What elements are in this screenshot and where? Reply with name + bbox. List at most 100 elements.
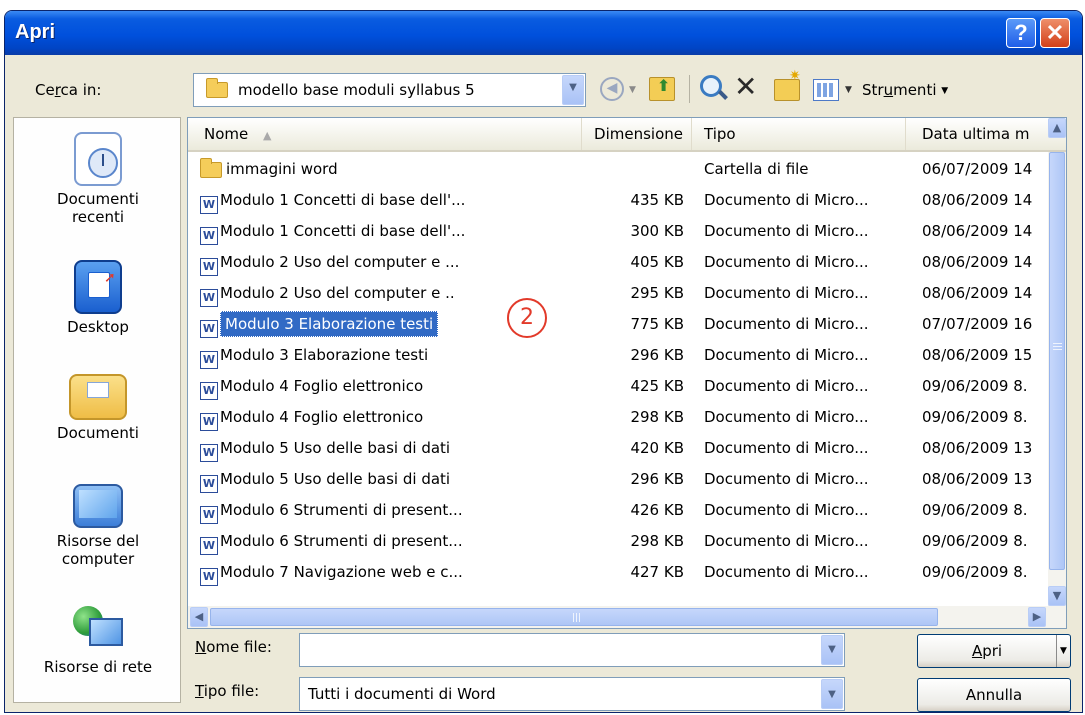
folder-row[interactable]: immagini word Cartella di file 06/07/2009 … bbox=[188, 154, 1048, 185]
file-name-cell[interactable]: W Modulo 3 Elaborazione testi bbox=[200, 340, 584, 371]
file-name-cell[interactable]: W Modulo 1 Concetti di base dell'... bbox=[200, 216, 584, 247]
file-type-cell: Documento di Micro... bbox=[704, 470, 869, 488]
file-name-text: Modulo 4 Foglio elettronico bbox=[220, 408, 424, 426]
close-button[interactable]: ✕ bbox=[1040, 18, 1070, 48]
file-size-cell: 300 KB bbox=[630, 222, 684, 240]
file-name-text: Modulo 3 Elaborazione testi bbox=[220, 346, 429, 364]
file-row[interactable]: W Modulo 3 Elaborazione testi 296 KB Docume… bbox=[188, 340, 1048, 371]
file-row[interactable]: W Modulo 1 Concetti di base dell'... 435 K… bbox=[188, 185, 1048, 216]
file-row[interactable]: W Modulo 3 Elaborazione testi 775 KB Docume… bbox=[188, 309, 1048, 340]
file-list-header: Nome ▲ Dimensione Tipo Data ultima m bbox=[188, 118, 1066, 152]
column-size[interactable]: Dimensione bbox=[582, 118, 692, 150]
back-icon[interactable]: ◀ bbox=[600, 77, 624, 101]
file-name-cell[interactable]: W Modulo 4 Foglio elettronico bbox=[200, 402, 584, 433]
place-my-computer[interactable]: Risorse del computer bbox=[14, 478, 182, 568]
folder-icon bbox=[200, 157, 222, 178]
horizontal-scroll-thumb[interactable] bbox=[210, 608, 938, 626]
tools-label-part: menti bbox=[893, 81, 937, 99]
place-label: Desktop bbox=[67, 318, 129, 336]
file-name-text: Modulo 3 Elaborazione testi bbox=[220, 311, 439, 337]
file-name-input[interactable]: ▼ bbox=[299, 633, 845, 667]
vertical-scroll-thumb[interactable] bbox=[1049, 152, 1065, 570]
file-row[interactable]: W Modulo 7 Navigazione web e c... 427 KB Do… bbox=[188, 557, 1048, 588]
file-row[interactable]: W Modulo 2 Uso del computer e ... 405 KB Do… bbox=[188, 247, 1048, 278]
file-type-cell: Documento di Micro... bbox=[704, 346, 869, 364]
file-name-text: Modulo 5 Uso delle basi di dati bbox=[220, 470, 451, 488]
file-list[interactable]: Nome ▲ Dimensione Tipo Data ultima m imm… bbox=[187, 117, 1067, 629]
views-dropdown-icon[interactable]: ▼ bbox=[845, 85, 852, 95]
back-dropdown-icon[interactable]: ▼ bbox=[629, 85, 636, 95]
word-document-icon: W bbox=[200, 196, 218, 214]
views-icon[interactable] bbox=[813, 79, 839, 101]
file-name-cell[interactable]: W Modulo 1 Concetti di base dell'... bbox=[200, 185, 584, 216]
file-name-cell[interactable]: W Modulo 4 Foglio elettronico bbox=[200, 371, 584, 402]
file-name-cell[interactable]: W Modulo 5 Uso delle basi di dati bbox=[200, 464, 584, 495]
column-name[interactable]: Nome ▲ bbox=[188, 118, 582, 150]
file-type-cell: Documento di Micro... bbox=[704, 408, 869, 426]
place-network[interactable]: Risorse di rete bbox=[14, 604, 182, 676]
help-button[interactable]: ? bbox=[1006, 18, 1036, 48]
file-row[interactable]: W Modulo 1 Concetti di base dell'... 300 K… bbox=[188, 216, 1048, 247]
file-name-cell[interactable]: W Modulo 2 Uso del computer e ... bbox=[200, 247, 584, 278]
file-row[interactable]: W Modulo 5 Uso delle basi di dati 296 KB Do… bbox=[188, 464, 1048, 495]
place-recent-documents[interactable]: Documenti recenti bbox=[14, 132, 182, 226]
up-folder-icon[interactable]: ⬆ bbox=[649, 76, 675, 101]
new-folder-icon[interactable]: ✷ bbox=[774, 68, 801, 101]
column-date[interactable]: Data ultima m bbox=[906, 118, 1066, 150]
file-row[interactable]: W Modulo 6 Strumenti di present... 426 KB D… bbox=[188, 495, 1048, 526]
tools-label-hotkey: u bbox=[883, 81, 894, 99]
place-label: recenti bbox=[71, 208, 125, 226]
word-document-icon: W bbox=[200, 475, 218, 493]
file-type-dropdown[interactable]: Tutti i documenti di Word ▼ bbox=[299, 677, 845, 711]
file-name-cell[interactable]: W Modulo 5 Uso delle basi di dati bbox=[200, 433, 584, 464]
file-type-cell: Documento di Micro... bbox=[704, 284, 869, 302]
file-name-cell[interactable]: W Modulo 6 Strumenti di present... bbox=[200, 495, 584, 526]
tools-menu[interactable]: Strumenti ▼ bbox=[862, 81, 948, 99]
horizontal-scrollbar[interactable]: ◀ ▶ bbox=[188, 606, 1066, 628]
open-dropdown-icon[interactable]: ▼ bbox=[1056, 635, 1070, 667]
file-date-cell: 08/06/2009 15 bbox=[922, 346, 1033, 364]
chevron-down-icon[interactable]: ▼ bbox=[821, 679, 843, 709]
file-date-cell: 08/06/2009 13 bbox=[922, 470, 1033, 488]
file-date-cell: 08/06/2009 14 bbox=[922, 191, 1033, 209]
place-desktop[interactable]: ➚ Desktop bbox=[14, 260, 182, 336]
file-row[interactable]: W Modulo 6 Strumenti di present... 298 KB D… bbox=[188, 526, 1048, 557]
vertical-scrollbar[interactable]: ▲ ▼ bbox=[1048, 118, 1066, 608]
scroll-left-icon[interactable]: ◀ bbox=[190, 607, 208, 627]
file-date-cell: 06/07/2009 14 bbox=[922, 160, 1033, 178]
file-date-cell: 08/06/2009 14 bbox=[922, 222, 1033, 240]
word-document-icon: W bbox=[200, 537, 218, 555]
open-button[interactable]: Apri ▼ bbox=[917, 634, 1071, 668]
file-name-label: Nome file: bbox=[195, 638, 272, 656]
column-type[interactable]: Tipo bbox=[692, 118, 906, 150]
tools-label-part: Str bbox=[862, 81, 884, 99]
file-row[interactable]: W Modulo 4 Foglio elettronico 298 KB Docume… bbox=[188, 402, 1048, 433]
file-row[interactable]: W Modulo 4 Foglio elettronico 425 KB Docume… bbox=[188, 371, 1048, 402]
scroll-right-icon[interactable]: ▶ bbox=[1028, 607, 1046, 627]
file-name-text: Modulo 2 Uso del computer e .. bbox=[220, 284, 455, 302]
file-size-cell: 775 KB bbox=[630, 315, 684, 333]
file-type-cell: Documento di Micro... bbox=[704, 222, 869, 240]
file-row[interactable]: W Modulo 5 Uso delle basi di dati 420 KB Do… bbox=[188, 433, 1048, 464]
place-documents[interactable]: Documenti bbox=[14, 368, 182, 442]
chevron-down-icon[interactable]: ▼ bbox=[821, 635, 843, 665]
word-document-icon: W bbox=[200, 351, 218, 369]
file-name-cell[interactable]: W Modulo 6 Strumenti di present... bbox=[200, 526, 584, 557]
file-name-cell[interactable]: immagini word bbox=[200, 154, 584, 185]
file-name-dropdown[interactable]: ▼ bbox=[820, 634, 844, 666]
chevron-down-icon[interactable]: ▼ bbox=[562, 75, 584, 105]
place-label: computer bbox=[61, 550, 135, 568]
delete-icon[interactable]: ✕ bbox=[734, 71, 757, 103]
network-icon bbox=[73, 604, 123, 654]
look-in-dropdown[interactable]: modello base moduli syllabus 5 ▼ bbox=[193, 73, 586, 107]
file-date-cell: 09/06/2009 8. bbox=[922, 563, 1028, 581]
file-type-cell: Documento di Micro... bbox=[704, 501, 869, 519]
scroll-down-icon[interactable]: ▼ bbox=[1048, 586, 1066, 606]
word-document-icon: W bbox=[200, 320, 218, 338]
file-type-cell: Documento di Micro... bbox=[704, 563, 869, 581]
cancel-button[interactable]: Annulla bbox=[917, 678, 1071, 712]
place-label: Documenti bbox=[57, 424, 139, 442]
file-row[interactable]: W Modulo 2 Uso del computer e .. 295 KB Doc… bbox=[188, 278, 1048, 309]
file-name-cell[interactable]: W Modulo 7 Navigazione web e c... bbox=[200, 557, 584, 588]
scroll-up-icon[interactable]: ▲ bbox=[1048, 118, 1066, 138]
